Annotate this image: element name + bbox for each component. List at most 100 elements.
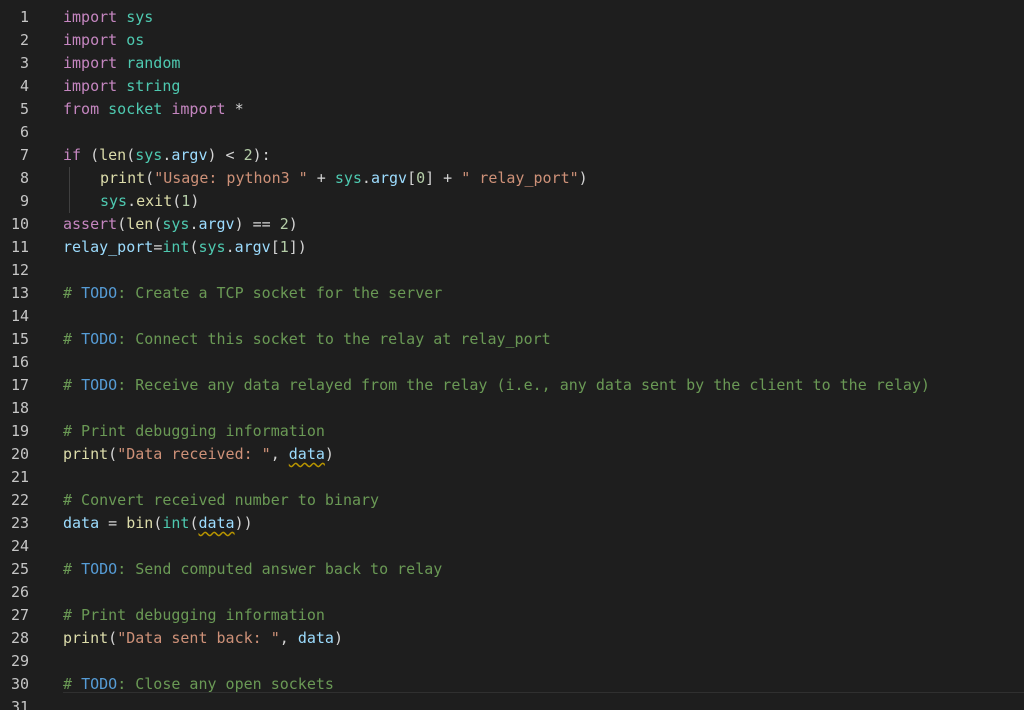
code-text[interactable]: print("Data sent back: ", data) (63, 627, 343, 650)
line-number: 6 (19, 123, 29, 141)
code-token: import (63, 31, 118, 49)
code-token: argv (171, 146, 208, 164)
code-token: "Data received: " (117, 445, 271, 463)
code-line[interactable]: 10 assert(len(sys.argv) == 2) (0, 213, 1024, 236)
code-line[interactable]: 18 (0, 397, 1024, 420)
code-text[interactable]: # TODO: Connect this socket to the relay… (63, 328, 551, 351)
code-token: ( (108, 629, 118, 647)
code-line[interactable]: 27 # Print debugging information (0, 604, 1024, 627)
code-line[interactable]: 1 import sys (0, 6, 1024, 29)
line-number: 21 (10, 468, 29, 486)
code-token: random (126, 54, 181, 72)
code-text[interactable]: # Convert received number to binary (63, 489, 379, 512)
code-line[interactable]: 6 (0, 121, 1024, 144)
code-token: TODO (81, 330, 118, 348)
code-token: ( (172, 192, 182, 210)
code-lines[interactable]: 1 import sys 2 import os 3 import random 4 impo… (0, 6, 1024, 710)
code-line[interactable]: 7 if (len(sys.argv) < 2): (0, 144, 1024, 167)
code-line[interactable]: 23 data = bin(int(data)) (0, 512, 1024, 535)
code-line[interactable]: 19 # Print debugging information (0, 420, 1024, 443)
code-token: bin (126, 514, 154, 532)
code-text[interactable]: import os (63, 29, 144, 52)
code-token: assert (63, 215, 118, 233)
code-token: print (63, 445, 109, 463)
code-token: import (63, 54, 118, 72)
code-token: sys (135, 146, 163, 164)
code-text[interactable]: from socket import * (63, 98, 244, 121)
code-text[interactable]: sys.exit(1) (63, 190, 199, 213)
code-text[interactable]: # TODO: Send computed answer back to rel… (63, 558, 442, 581)
code-line[interactable]: 16 (0, 351, 1024, 374)
line-number: 17 (10, 376, 29, 394)
code-token: data (198, 514, 235, 532)
code-line[interactable]: 5 from socket import * (0, 98, 1024, 121)
line-number: 3 (19, 54, 29, 72)
code-line[interactable]: 15 # TODO: Connect this socket to the rel… (0, 328, 1024, 351)
code-text[interactable]: relay_port=int(sys.argv[1]) (63, 236, 307, 259)
code-line[interactable]: 17 # TODO: Receive any data relayed from … (0, 374, 1024, 397)
code-line[interactable]: 9 sys.exit(1) (0, 190, 1024, 213)
code-line[interactable]: 29 (0, 650, 1024, 673)
code-text[interactable]: import string (63, 75, 180, 98)
code-text[interactable]: # Print debugging information (63, 604, 325, 627)
code-token: 0 (416, 169, 426, 187)
line-number: 9 (19, 192, 29, 210)
code-line[interactable]: 4 import string (0, 75, 1024, 98)
code-token: TODO (81, 376, 118, 394)
code-line[interactable]: 12 (0, 259, 1024, 282)
line-number: 26 (10, 583, 29, 601)
code-token: . (225, 238, 235, 256)
code-text[interactable]: # Print debugging information (63, 420, 325, 443)
code-text[interactable]: print("Data received: ", data) (63, 443, 334, 466)
code-text[interactable]: if (len(sys.argv) < 2): (63, 144, 271, 167)
code-token: ( (145, 169, 155, 187)
code-text[interactable]: # TODO: Receive any data relayed from th… (63, 374, 930, 397)
code-token: * (234, 100, 244, 118)
line-number: 30 (10, 675, 29, 693)
code-text[interactable]: # TODO: Create a TCP socket for the serv… (63, 282, 442, 305)
code-token: # (63, 560, 82, 578)
code-line[interactable]: 8 print("Usage: python3 " + sys.argv[0] +… (0, 167, 1024, 190)
code-token: TODO (81, 675, 118, 693)
code-editor[interactable]: 1 import sys 2 import os 3 import random 4 impo… (0, 0, 1024, 710)
code-line[interactable]: 25 # TODO: Send computed answer back to r… (0, 558, 1024, 581)
code-token: : Receive any data relayed from the rela… (117, 376, 930, 394)
code-token: . (361, 169, 371, 187)
code-line[interactable]: 22 # Convert received number to binary (0, 489, 1024, 512)
line-number: 18 (10, 399, 29, 417)
code-text[interactable]: assert(len(sys.argv) == 2) (63, 213, 298, 236)
line-number: 11 (10, 238, 29, 256)
code-token: # Convert received number to binary (63, 491, 380, 509)
code-token: ) == (234, 215, 280, 233)
code-text[interactable]: import sys (63, 6, 153, 29)
code-token: # (63, 376, 82, 394)
code-text[interactable]: print("Usage: python3 " + sys.argv[0] + … (63, 167, 588, 190)
code-text[interactable]: import random (63, 52, 180, 75)
code-line[interactable]: 28 print("Data sent back: ", data) (0, 627, 1024, 650)
code-token: import (171, 100, 226, 118)
code-token: relay_port (63, 238, 154, 256)
line-number: 5 (19, 100, 29, 118)
code-line[interactable]: 13 # TODO: Create a TCP socket for the se… (0, 282, 1024, 305)
code-line[interactable]: 11 relay_port=int(sys.argv[1]) (0, 236, 1024, 259)
code-line[interactable]: 26 (0, 581, 1024, 604)
code-token: print (100, 169, 146, 187)
line-number: 7 (19, 146, 29, 164)
code-line[interactable]: 3 import random (0, 52, 1024, 75)
code-text[interactable]: data = bin(int(data)) (63, 512, 253, 535)
code-line[interactable]: 20 print("Data received: ", data) (0, 443, 1024, 466)
code-token: 2 (243, 146, 253, 164)
code-token: [ (270, 238, 280, 256)
code-line[interactable]: 14 (0, 305, 1024, 328)
code-token: ] + (425, 169, 462, 187)
code-token: " relay_port" (461, 169, 579, 187)
line-number: 27 (10, 606, 29, 624)
line-number: 20 (10, 445, 29, 463)
line-number: 22 (10, 491, 29, 509)
code-token: argv (234, 238, 271, 256)
code-line[interactable]: 24 (0, 535, 1024, 558)
code-token: ( (117, 215, 127, 233)
code-line[interactable]: 21 (0, 466, 1024, 489)
code-line[interactable]: 2 import os (0, 29, 1024, 52)
code-token: exit (136, 192, 173, 210)
